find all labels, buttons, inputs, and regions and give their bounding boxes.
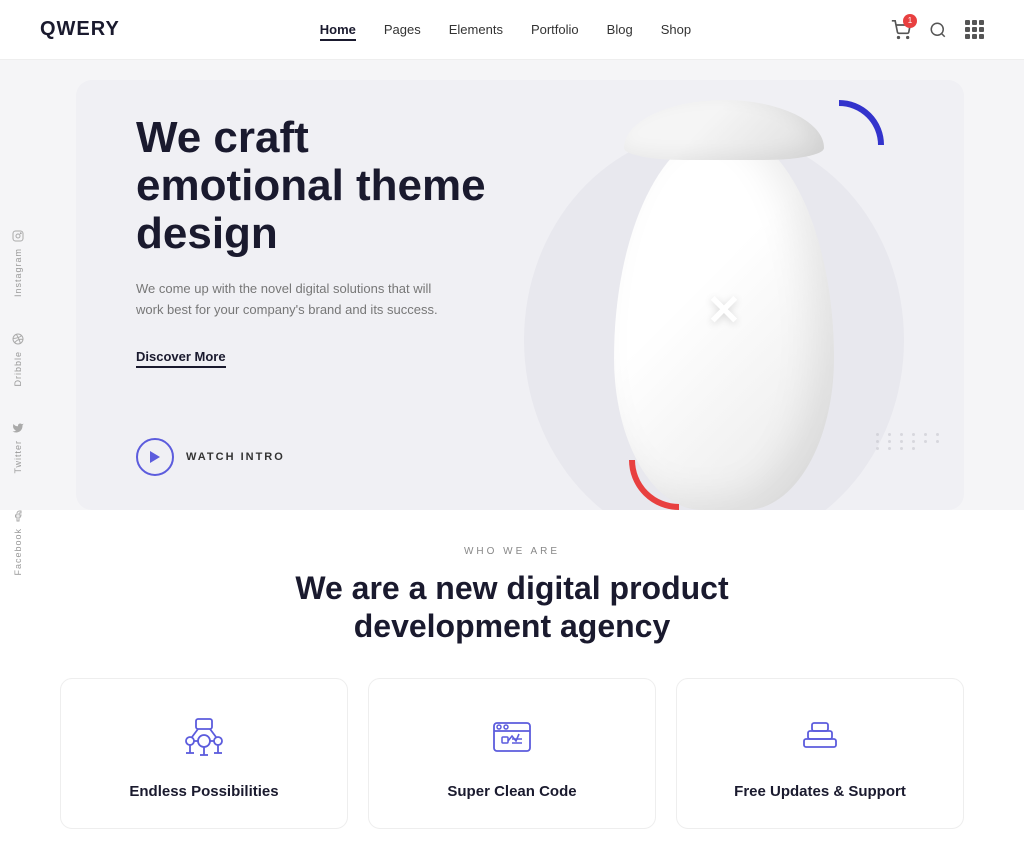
card-free-updates: Free Updates & Support xyxy=(676,678,964,829)
dribble-icon xyxy=(12,333,24,345)
sidebar-facebook-label: Facebook xyxy=(13,528,23,576)
card-clean-title: Super Clean Code xyxy=(447,783,576,800)
hero-wrapper: ✕ We craft emotional theme design We com… xyxy=(0,60,1024,510)
hero-description: We come up with the novel digital soluti… xyxy=(136,279,456,321)
feature-cards: Endless Possibilities Supe xyxy=(60,678,964,839)
facebook-icon xyxy=(12,510,24,522)
cart-badge: 1 xyxy=(903,14,917,28)
card-super-clean: Super Clean Code xyxy=(368,678,656,829)
x-mark: ✕ xyxy=(706,286,741,335)
nav-home[interactable]: Home xyxy=(320,22,356,37)
discover-more-button[interactable]: Discover More xyxy=(136,349,226,368)
sidebar-dribble[interactable]: Dribble xyxy=(12,333,24,387)
super-clean-icon xyxy=(486,711,538,763)
cart-icon[interactable]: 1 xyxy=(891,20,911,40)
statue-figure: ✕ xyxy=(564,90,884,510)
free-updates-icon xyxy=(794,711,846,763)
nav-shop[interactable]: Shop xyxy=(661,22,691,37)
statue-head: ✕ xyxy=(614,130,834,510)
who-we-are-section: WHO WE ARE We are a new digital product … xyxy=(0,510,1024,859)
section-eyebrow: WHO WE ARE xyxy=(60,546,964,557)
play-circle-icon xyxy=(136,438,174,476)
header-icons: 1 xyxy=(891,20,984,40)
sidebar-twitter-label: Twitter xyxy=(13,440,23,474)
instagram-icon xyxy=(12,230,24,242)
sidebar: Instagram Dribble Twitter Facebook xyxy=(0,60,36,745)
endless-possibilities-icon xyxy=(178,711,230,763)
hero-title: We craft emotional theme design xyxy=(136,114,496,259)
sidebar-dribble-label: Dribble xyxy=(13,351,23,387)
nav: Home Pages Elements Portfolio Blog Shop xyxy=(320,22,691,37)
card-endless-possibilities: Endless Possibilities xyxy=(60,678,348,829)
header: QWERY Home Pages Elements Portfolio Blog… xyxy=(0,0,1024,60)
card-updates-title: Free Updates & Support xyxy=(734,783,906,800)
section-title: We are a new digital product development… xyxy=(60,569,964,646)
statue-crown xyxy=(624,100,824,160)
sidebar-twitter[interactable]: Twitter xyxy=(12,422,24,474)
card-endless-title: Endless Possibilities xyxy=(129,783,278,800)
nav-elements[interactable]: Elements xyxy=(449,22,503,37)
logo: QWERY xyxy=(40,18,120,41)
watch-intro-label: WATCH INTRO xyxy=(186,451,285,463)
sidebar-facebook[interactable]: Facebook xyxy=(12,510,24,576)
apps-icon[interactable] xyxy=(965,20,984,39)
sidebar-instagram[interactable]: Instagram xyxy=(12,230,24,297)
twitter-icon xyxy=(12,422,24,434)
deco-dots-bottom xyxy=(876,433,944,450)
nav-blog[interactable]: Blog xyxy=(607,22,633,37)
hero-section: ✕ We craft emotional theme design We com… xyxy=(76,80,964,510)
nav-pages[interactable]: Pages xyxy=(384,22,421,37)
hero-content: We craft emotional theme design We come … xyxy=(76,114,556,477)
search-icon[interactable] xyxy=(929,21,947,39)
watch-intro-button[interactable]: WATCH INTRO xyxy=(136,438,496,476)
sidebar-instagram-label: Instagram xyxy=(13,248,23,297)
nav-portfolio[interactable]: Portfolio xyxy=(531,22,579,37)
